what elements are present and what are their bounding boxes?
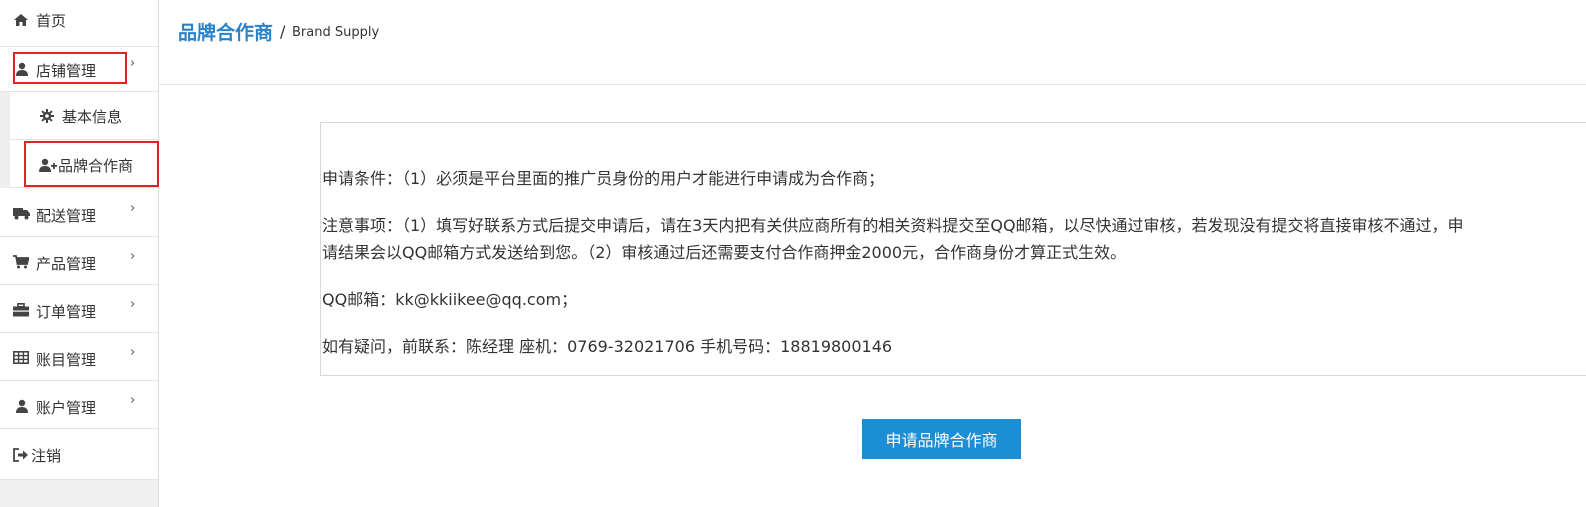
table-icon (13, 351, 29, 367)
application-conditions-text: 申请条件：（1）必须是平台里面的推广员身份的用户才能进行申请成为合作商； (322, 169, 885, 188)
submenu-item-basic-info[interactable]: 基本信息 (10, 92, 158, 140)
sidebar-item-label: 配送管理 (36, 207, 97, 225)
breadcrumb-separator: / (280, 22, 286, 41)
submenu-item-label: 基本信息 (62, 108, 123, 126)
sidebar-item-accounts-management[interactable]: 账目管理 › (0, 333, 158, 381)
sidebar-footer-area (0, 480, 158, 507)
header-divider (159, 84, 1586, 85)
sidebar-item-logout[interactable]: 注销 (0, 429, 158, 480)
sign-out-icon (13, 448, 29, 464)
chevron-right-icon: › (130, 249, 136, 264)
chevron-right-icon: › (130, 56, 136, 71)
sidebar-item-user-management[interactable]: 账户管理 › (0, 381, 158, 429)
home-icon (13, 12, 29, 28)
sidebar-item-label: 账户管理 (36, 399, 97, 417)
apply-brand-partner-button[interactable]: 申请品牌合作商 (862, 419, 1021, 459)
user-icon (15, 399, 31, 415)
briefcase-icon (13, 303, 29, 319)
chevron-right-icon: › (130, 201, 136, 216)
sidebar-item-label: 产品管理 (36, 255, 97, 273)
chevron-right-icon: › (130, 345, 136, 360)
truck-icon (13, 207, 30, 223)
qq-email-text: QQ邮箱：kk@kkiikee@qq.com； (322, 290, 578, 309)
highlight-box (24, 141, 159, 187)
submenu-indent (0, 92, 10, 188)
sidebar-item-label: 首页 (36, 12, 67, 30)
gear-icon (40, 109, 54, 123)
sidebar: 首页 店铺管理 › 基本信息 品牌合作商 配送管理 › 产品管理 › 订单管理 … (0, 0, 159, 507)
sidebar-item-order-management[interactable]: 订单管理 › (0, 285, 158, 333)
sidebar-item-label: 注销 (31, 447, 62, 465)
sidebar-item-label: 账目管理 (36, 351, 97, 369)
notes-text-continued: 请结果会以QQ邮箱方式发送给到您。（2）审核通过后还需要支付合作商押金2000元… (322, 243, 1127, 262)
page-subtitle: Brand Supply (292, 25, 380, 40)
chevron-right-icon: › (130, 393, 136, 408)
sidebar-item-home[interactable]: 首页 (0, 0, 158, 47)
notes-text: 注意事项：（1）填写好联系方式后提交申请后，请在3天内把有关供应商所有的相关资料… (322, 216, 1464, 235)
sidebar-item-label: 订单管理 (36, 303, 97, 321)
chevron-right-icon: › (130, 297, 136, 312)
page-title: 品牌合作商 (178, 22, 274, 44)
sidebar-item-delivery-management[interactable]: 配送管理 › (0, 189, 158, 237)
sidebar-item-product-management[interactable]: 产品管理 › (0, 237, 158, 285)
contact-text: 如有疑问，前联系：陈经理 座机：0769-32021706 手机号码：18819… (322, 337, 893, 356)
highlight-box (13, 52, 127, 84)
cart-icon (13, 255, 29, 271)
